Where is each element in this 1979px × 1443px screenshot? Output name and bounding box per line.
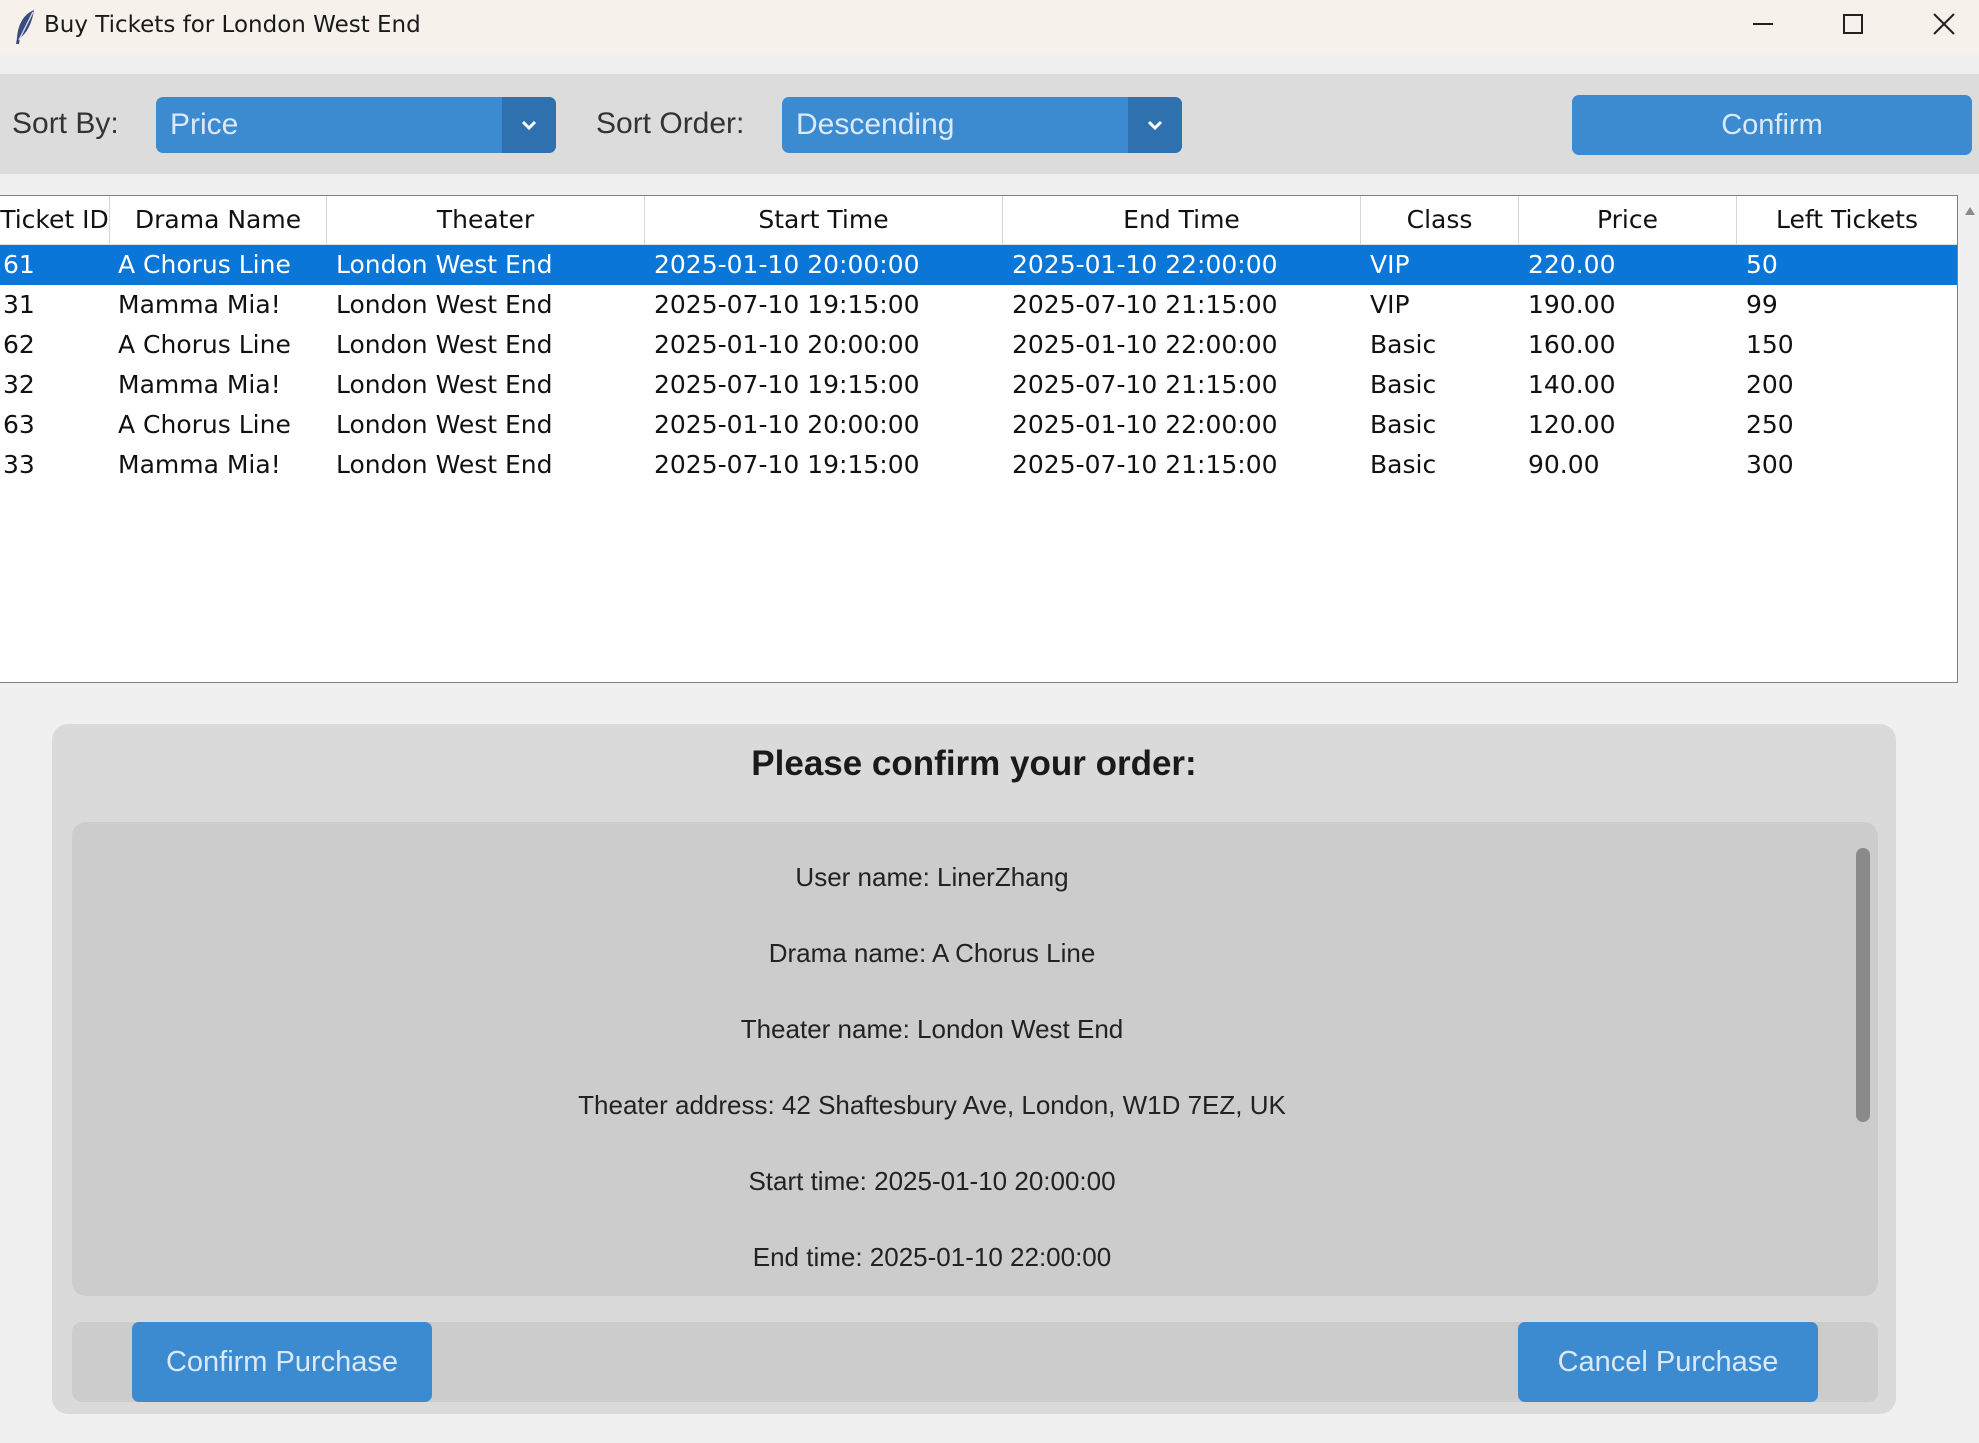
confirm-button[interactable]: Confirm bbox=[1572, 95, 1972, 155]
detail-start-time: Start time: 2025-01-10 20:00:00 bbox=[748, 1166, 1116, 1196]
close-button[interactable] bbox=[1899, 0, 1979, 48]
cell-price: 190.00 bbox=[1528, 290, 1616, 319]
cell-end-time: 2025-07-10 21:15:00 bbox=[1012, 450, 1278, 479]
sort-order-value: Descending bbox=[796, 108, 955, 141]
cell-ticket-id: 32 bbox=[3, 370, 35, 399]
table-row[interactable]: 62 A Chorus Line London West End 2025-01-10… bbox=[0, 325, 1957, 365]
cell-theater: London West End bbox=[336, 370, 553, 399]
cell-start-time: 2025-07-10 19:15:00 bbox=[654, 290, 920, 319]
cell-drama-name: Mamma Mia! bbox=[118, 370, 281, 399]
cell-start-time: 2025-07-10 19:15:00 bbox=[654, 370, 920, 399]
cell-theater: London West End bbox=[336, 290, 553, 319]
cell-ticket-id: 61 bbox=[3, 250, 35, 279]
cell-price: 220.00 bbox=[1528, 250, 1616, 279]
column-header-start-time[interactable]: Start Time bbox=[645, 196, 1003, 244]
cell-ticket-id: 63 bbox=[3, 410, 35, 439]
detail-theater-name: Theater name: London West End bbox=[740, 1014, 1124, 1044]
sort-toolbar: Sort By: Price Sort Order: Descending Co… bbox=[0, 74, 1979, 174]
column-header-price[interactable]: Price bbox=[1519, 196, 1737, 244]
cell-price: 90.00 bbox=[1528, 450, 1600, 479]
feather-icon bbox=[16, 10, 34, 44]
detail-theater-address: Theater address: 42 Shaftesbury Ave, Lon… bbox=[578, 1090, 1286, 1120]
order-details-box: User name: LinerZhang Drama name: A Chor… bbox=[72, 822, 1878, 1296]
cell-class: VIP bbox=[1370, 250, 1410, 279]
column-header-class[interactable]: Class bbox=[1361, 196, 1519, 244]
column-header-drama-name[interactable]: Drama Name bbox=[110, 196, 327, 244]
cell-drama-name: A Chorus Line bbox=[118, 330, 291, 359]
maximize-button[interactable] bbox=[1808, 0, 1898, 48]
confirmation-heading: Please confirm your order: bbox=[751, 744, 1197, 783]
cell-end-time: 2025-01-10 22:00:00 bbox=[1012, 410, 1278, 439]
title-bar: Buy Tickets for London West End bbox=[0, 0, 1979, 55]
cell-left-tickets: 250 bbox=[1746, 410, 1794, 439]
cell-ticket-id: 62 bbox=[3, 330, 35, 359]
cell-left-tickets: 50 bbox=[1746, 250, 1778, 279]
cell-drama-name: A Chorus Line bbox=[118, 250, 291, 279]
minimize-icon bbox=[1753, 23, 1773, 25]
cell-end-time: 2025-07-10 21:15:00 bbox=[1012, 370, 1278, 399]
column-header-ticket-id[interactable]: Ticket ID bbox=[0, 196, 110, 244]
cell-class: Basic bbox=[1370, 450, 1437, 479]
cell-price: 140.00 bbox=[1528, 370, 1616, 399]
cell-ticket-id: 31 bbox=[3, 290, 35, 319]
minimize-button[interactable] bbox=[1718, 0, 1808, 48]
cell-theater: London West End bbox=[336, 330, 553, 359]
sort-by-label: Sort By: bbox=[12, 107, 119, 140]
sort-order-label: Sort Order: bbox=[596, 107, 745, 140]
table-row[interactable]: 61 A Chorus Line London West End 2025-01-10… bbox=[0, 245, 1957, 285]
detail-drama-name: Drama name: A Chorus Line bbox=[768, 938, 1096, 968]
table-body: 61 A Chorus Line London West End 2025-01-10… bbox=[0, 245, 1957, 485]
cell-class: Basic bbox=[1370, 370, 1437, 399]
window-title: Buy Tickets for London West End bbox=[44, 12, 421, 38]
cell-end-time: 2025-07-10 21:15:00 bbox=[1012, 290, 1278, 319]
cell-theater: London West End bbox=[336, 410, 553, 439]
confirm-purchase-button[interactable]: Confirm Purchase bbox=[132, 1322, 432, 1402]
cell-theater: London West End bbox=[336, 250, 553, 279]
cell-drama-name: Mamma Mia! bbox=[118, 290, 281, 319]
chevron-down-icon[interactable] bbox=[502, 97, 556, 153]
details-scrollbar[interactable] bbox=[1856, 848, 1870, 1122]
cell-theater: London West End bbox=[336, 450, 553, 479]
cell-end-time: 2025-01-10 22:00:00 bbox=[1012, 250, 1278, 279]
table-row[interactable]: 32 Mamma Mia! London West End 2025-07-10 19… bbox=[0, 365, 1957, 405]
table-row[interactable]: 63 A Chorus Line London West End 2025-01-10… bbox=[0, 405, 1957, 445]
table-row[interactable]: 31 Mamma Mia! London West End 2025-07-10 19… bbox=[0, 285, 1957, 325]
cell-class: VIP bbox=[1370, 290, 1410, 319]
detail-end-time: End time: 2025-01-10 22:00:00 bbox=[752, 1242, 1112, 1272]
tickets-table[interactable]: Ticket ID Drama Name Theater Start Time … bbox=[0, 195, 1958, 683]
column-header-end-time[interactable]: End Time bbox=[1003, 196, 1361, 244]
cell-price: 160.00 bbox=[1528, 330, 1616, 359]
cell-left-tickets: 300 bbox=[1746, 450, 1794, 479]
order-confirmation-panel: Please confirm your order: User name: Li… bbox=[52, 724, 1896, 1414]
cell-ticket-id: 33 bbox=[3, 450, 35, 479]
cell-left-tickets: 150 bbox=[1746, 330, 1794, 359]
cell-start-time: 2025-01-10 20:00:00 bbox=[654, 250, 920, 279]
cell-start-time: 2025-01-10 20:00:00 bbox=[654, 410, 920, 439]
detail-user-name: User name: LinerZhang bbox=[795, 862, 1069, 892]
column-header-left-tickets[interactable]: Left Tickets bbox=[1737, 196, 1957, 244]
cell-price: 120.00 bbox=[1528, 410, 1616, 439]
maximize-icon bbox=[1843, 14, 1863, 34]
cell-class: Basic bbox=[1370, 410, 1437, 439]
sort-by-value: Price bbox=[170, 108, 239, 141]
sort-order-select[interactable]: Descending bbox=[782, 97, 1182, 153]
table-header: Ticket ID Drama Name Theater Start Time … bbox=[0, 196, 1957, 245]
sort-by-select[interactable]: Price bbox=[156, 97, 556, 153]
cell-end-time: 2025-01-10 22:00:00 bbox=[1012, 330, 1278, 359]
cell-start-time: 2025-07-10 19:15:00 bbox=[654, 450, 920, 479]
close-icon bbox=[1933, 13, 1955, 35]
table-row[interactable]: 33 Mamma Mia! London West End 2025-07-10 19… bbox=[0, 445, 1957, 485]
purchase-actions: Confirm Purchase Cancel Purchase bbox=[72, 1322, 1878, 1402]
chevron-down-icon[interactable] bbox=[1128, 97, 1182, 153]
scroll-up-icon[interactable] bbox=[1964, 206, 1976, 216]
cell-left-tickets: 200 bbox=[1746, 370, 1794, 399]
cell-drama-name: Mamma Mia! bbox=[118, 450, 281, 479]
cell-drama-name: A Chorus Line bbox=[118, 410, 291, 439]
column-header-theater[interactable]: Theater bbox=[327, 196, 645, 244]
cell-class: Basic bbox=[1370, 330, 1437, 359]
cell-start-time: 2025-01-10 20:00:00 bbox=[654, 330, 920, 359]
cancel-purchase-button[interactable]: Cancel Purchase bbox=[1518, 1322, 1818, 1402]
cell-left-tickets: 99 bbox=[1746, 290, 1778, 319]
